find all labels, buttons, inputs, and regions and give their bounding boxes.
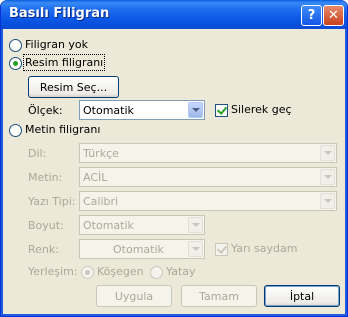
scale-label: Ölçek: xyxy=(28,104,63,117)
size-select[interactable]: Otomatik xyxy=(79,215,205,235)
text-select[interactable]: ACİL xyxy=(79,167,337,187)
apply-button-label: Uygula xyxy=(114,289,154,303)
layout-label: Yerleşim: xyxy=(28,265,78,278)
close-button[interactable]: ✕ xyxy=(323,5,344,26)
close-icon: ✕ xyxy=(328,8,339,23)
chevron-down-icon[interactable] xyxy=(188,217,203,233)
font-label: Yazı Tipi: xyxy=(28,195,76,208)
chevron-down-icon[interactable] xyxy=(320,193,335,209)
title-bar[interactable]: Basılı Filigran ? ✕ xyxy=(1,0,347,29)
semitransparent-label[interactable]: Yarı saydam xyxy=(231,242,297,255)
color-label: Renk: xyxy=(28,243,59,256)
font-select[interactable]: Calibri xyxy=(79,191,337,211)
semitransparent-checkbox[interactable] xyxy=(215,243,228,256)
scale-value: Otomatik xyxy=(83,104,134,117)
no-watermark-label[interactable]: Filigran yok xyxy=(25,38,88,51)
chevron-down-icon[interactable] xyxy=(188,241,203,257)
cancel-button-label: İptal xyxy=(289,289,315,303)
color-select[interactable]: Otomatik xyxy=(79,239,205,259)
picture-watermark-radio[interactable] xyxy=(9,57,22,70)
horizontal-radio[interactable] xyxy=(150,266,163,279)
watermark-dialog: Basılı Filigran ? ✕ Filigran yok Resim f… xyxy=(0,0,348,317)
help-icon: ? xyxy=(307,8,316,23)
language-select[interactable]: Türkçe xyxy=(79,143,337,163)
color-value: Otomatik xyxy=(113,243,164,256)
scale-select[interactable]: Otomatik xyxy=(79,100,205,120)
select-picture-button-label: Resim Seç... xyxy=(39,80,108,94)
washout-checkbox[interactable] xyxy=(215,104,228,117)
chevron-down-icon[interactable] xyxy=(320,145,335,161)
cancel-button[interactable]: İptal xyxy=(264,285,340,307)
chevron-down-icon[interactable] xyxy=(188,102,203,118)
text-watermark-label[interactable]: Metin filigranı xyxy=(25,123,100,136)
diagonal-label[interactable]: Köşegen xyxy=(97,265,144,278)
text-watermark-radio[interactable] xyxy=(9,124,22,137)
language-value: Türkçe xyxy=(83,147,119,160)
no-watermark-radio[interactable] xyxy=(9,39,22,52)
ok-button[interactable]: Tamam xyxy=(181,285,257,307)
dialog-title: Basılı Filigran xyxy=(9,6,110,21)
washout-label[interactable]: Silerek geç xyxy=(231,103,292,116)
font-value: Calibri xyxy=(83,195,119,208)
size-label: Boyut: xyxy=(28,219,64,232)
text-label: Metin: xyxy=(28,171,63,184)
text-value: ACİL xyxy=(83,171,108,184)
help-button[interactable]: ? xyxy=(301,5,322,26)
apply-button[interactable]: Uygula xyxy=(96,285,172,307)
language-label: Dil: xyxy=(28,147,47,160)
picture-watermark-label[interactable]: Resim filigranı xyxy=(22,54,106,71)
select-picture-button[interactable]: Resim Seç... xyxy=(28,76,119,98)
ok-button-label: Tamam xyxy=(199,289,239,303)
diagonal-radio[interactable] xyxy=(81,266,94,279)
chevron-down-icon[interactable] xyxy=(320,169,335,185)
horizontal-label[interactable]: Yatay xyxy=(166,265,196,278)
size-value: Otomatik xyxy=(83,219,134,232)
